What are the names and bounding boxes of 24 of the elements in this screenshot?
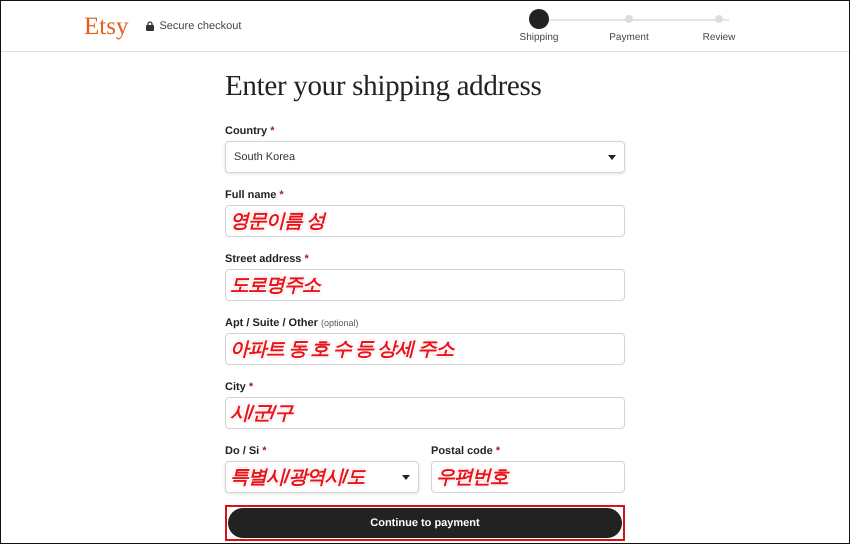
caret-icon bbox=[402, 474, 410, 480]
continue-button[interactable]: Continue to payment bbox=[228, 508, 622, 538]
input-field[interactable]: 우편번호 bbox=[431, 461, 625, 493]
input-field[interactable]: 도로명주소 bbox=[225, 269, 625, 301]
select-field[interactable]: 특별시/광역시/도 bbox=[225, 461, 419, 493]
field-label: City * bbox=[225, 381, 254, 394]
input-field[interactable]: 영문이름 성 bbox=[225, 205, 625, 237]
step-label: Shipping bbox=[520, 32, 558, 42]
etsy-logo[interactable]: Etsy bbox=[84, 14, 128, 38]
input-field[interactable]: 아파트 동 호 수 등 상세 주소 bbox=[225, 333, 625, 365]
input-field[interactable]: 시/군/구 bbox=[225, 397, 625, 429]
step-label: Payment bbox=[609, 32, 649, 42]
field-label: Do / Si * bbox=[225, 445, 268, 458]
field-label: Postal code * bbox=[431, 445, 502, 458]
field-label: Full name * bbox=[225, 189, 285, 202]
lock-icon bbox=[146, 21, 154, 31]
field-label: Country * bbox=[225, 125, 276, 138]
field-label: Street address * bbox=[225, 253, 310, 266]
step-label: Review bbox=[702, 32, 736, 42]
field-label: Apt / Suite / Other (optional) bbox=[225, 317, 360, 330]
select-field[interactable]: South Korea bbox=[225, 141, 625, 173]
secure-checkout-label: Secure checkout bbox=[159, 20, 242, 32]
page-title: Enter your shipping address bbox=[225, 70, 542, 103]
caret-icon bbox=[608, 154, 616, 160]
